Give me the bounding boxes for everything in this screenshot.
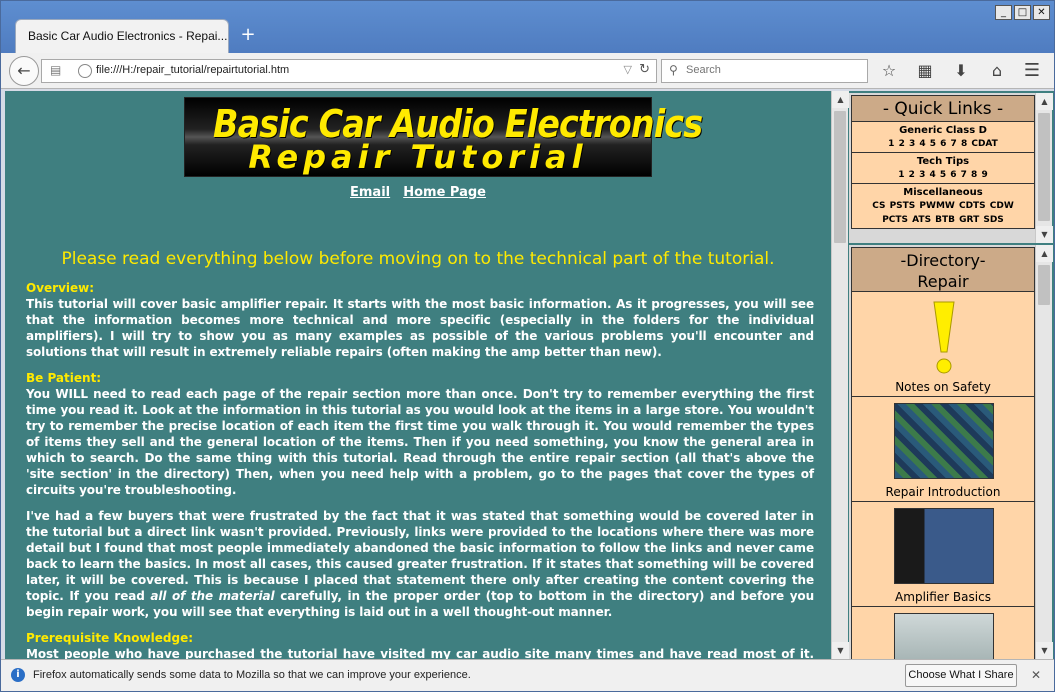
oscilloscope-photo xyxy=(894,613,994,659)
frustrated-buyers-paragraph: I've had a few buyers that were frustrat… xyxy=(26,508,814,620)
scroll-down-arrow[interactable]: ▼ xyxy=(1036,642,1053,659)
scroll-thumb[interactable] xyxy=(1038,265,1050,305)
frustrated-text-2: carefully, in the proper order (top to b… xyxy=(26,589,815,619)
amplifier-photo xyxy=(894,508,994,584)
directory-item-next[interactable] xyxy=(852,607,1034,659)
directory-item-label: Notes on Safety xyxy=(895,380,991,394)
back-button[interactable]: ← xyxy=(9,56,39,86)
overview-paragraph: This tutorial will cover basic amplifier… xyxy=(26,297,814,359)
reload-icon[interactable]: ↻ xyxy=(639,62,650,77)
group-links[interactable]: CS PSTS PWMW CDTS CDW xyxy=(852,199,1034,213)
url-bar[interactable]: ▤ file:///H:/repair_tutorial/repairtutor… xyxy=(41,59,657,83)
directory-title-line1: -Directory- xyxy=(900,251,986,270)
directory-item-label: Repair Introduction xyxy=(885,485,1001,499)
exclamation-icon xyxy=(933,301,955,374)
circuit-board-photo xyxy=(894,403,994,479)
close-icon[interactable]: ✕ xyxy=(1031,668,1041,682)
close-window-button[interactable]: ✕ xyxy=(1033,5,1050,20)
scroll-down-arrow[interactable]: ▼ xyxy=(1036,226,1053,243)
search-icon: ⚲ xyxy=(669,63,678,77)
article-body: Overview: This tutorial will cover basic… xyxy=(26,280,814,659)
quick-links-panel: - Quick Links - Generic Class D 1 2 3 4 … xyxy=(851,95,1035,229)
group-links[interactable]: 1 2 3 4 5 6 7 8 9 xyxy=(852,168,1034,182)
scroll-up-arrow[interactable]: ▲ xyxy=(1036,93,1053,110)
back-arrow-icon: ← xyxy=(17,61,31,80)
directory-item-safety[interactable]: Notes on Safety xyxy=(852,292,1034,397)
directory-title: -Directory- Repair xyxy=(852,248,1034,292)
group-heading: Generic Class D xyxy=(899,125,987,136)
be-patient-paragraph: You WILL need to read each page of the r… xyxy=(26,387,814,497)
group-links[interactable]: PCTS ATS BTB GRT SDS xyxy=(852,213,1034,227)
emphasis-text: all of the material xyxy=(150,589,275,603)
quick-links-title: - Quick Links - xyxy=(852,96,1034,122)
directory-item-amp-basics[interactable]: Amplifier Basics xyxy=(852,502,1034,607)
scroll-up-arrow[interactable]: ▲ xyxy=(832,91,849,108)
group-links[interactable]: 1 2 3 4 5 6 7 8 CDAT xyxy=(852,137,1034,151)
search-bar[interactable]: ⚲ xyxy=(661,59,868,83)
scroll-up-arrow[interactable]: ▲ xyxy=(1036,245,1053,262)
quick-links-group: Tech Tips 1 2 3 4 5 6 7 8 9 xyxy=(852,153,1034,184)
notification-bar: i Firefox automatically sends some data … xyxy=(1,659,1054,691)
window-controls: _ □ ✕ xyxy=(995,5,1050,20)
quick-links-frame: - Quick Links - Generic Class D 1 2 3 4 … xyxy=(849,93,1035,243)
quick-links-scrollbar[interactable]: ▲ ▼ xyxy=(1035,93,1053,243)
top-links: Email Home Page xyxy=(5,181,831,200)
main-frame: Basic Car Audio Electronics Repair Tutor… xyxy=(5,91,831,659)
group-heading: Miscellaneous xyxy=(903,187,983,198)
browser-tab[interactable]: Basic Car Audio Electronics - Repai... xyxy=(15,19,229,53)
directory-scrollbar[interactable]: ▲ ▼ xyxy=(1035,245,1053,659)
url-text[interactable]: file:///H:/repair_tutorial/repairtutoria… xyxy=(96,64,289,76)
toolbar-icons: ☆ ▦ ⬇ ⌂ xyxy=(877,59,1009,83)
home-icon[interactable]: ⌂ xyxy=(985,59,1009,83)
quick-links-group: Miscellaneous CS PSTS PWMW CDTS CDW PCTS… xyxy=(852,184,1034,228)
maximize-button[interactable]: □ xyxy=(1014,5,1031,20)
navigation-bar: ← ▤ file:///H:/repair_tutorial/repairtut… xyxy=(1,53,1054,89)
reading-list-icon[interactable]: ▦ xyxy=(913,59,937,83)
directory-panel: -Directory- Repair Notes on Safety Repai… xyxy=(851,247,1035,659)
sidebar-toggle-icon[interactable]: ▤ xyxy=(50,63,66,79)
section-heading-prerequisite: Prerequisite Knowledge: xyxy=(26,631,194,645)
directory-title-line2: Repair xyxy=(917,272,969,291)
globe-icon xyxy=(78,64,92,78)
url-dropdown-icon[interactable]: ▽ xyxy=(624,63,632,76)
info-icon: i xyxy=(11,668,25,682)
search-input[interactable] xyxy=(686,64,856,76)
home-page-link[interactable]: Home Page xyxy=(403,185,486,200)
choose-what-i-share-button[interactable]: Choose What I Share xyxy=(905,664,1017,687)
directory-item-repair-intro[interactable]: Repair Introduction xyxy=(852,397,1034,502)
bookmark-star-icon[interactable]: ☆ xyxy=(877,59,901,83)
scroll-down-arrow[interactable]: ▼ xyxy=(832,642,849,659)
section-heading-be-patient: Be Patient: xyxy=(26,371,102,385)
prerequisite-paragraph: Most people who have purchased the tutor… xyxy=(26,647,814,659)
scroll-thumb[interactable] xyxy=(1038,113,1050,221)
notice-heading: Please read everything below before movi… xyxy=(61,249,775,269)
quick-links-group: Generic Class D 1 2 3 4 5 6 7 8 CDAT xyxy=(852,122,1034,153)
hamburger-menu-icon[interactable]: ☰ xyxy=(1020,59,1044,83)
minimize-button[interactable]: _ xyxy=(995,5,1012,20)
logo-line2: Repair Tutorial xyxy=(248,138,588,176)
title-bar: Basic Car Audio Electronics - Repai... +… xyxy=(1,1,1054,53)
email-link[interactable]: Email xyxy=(350,185,390,200)
browser-window: Basic Car Audio Electronics - Repai... +… xyxy=(0,0,1055,692)
scroll-thumb[interactable] xyxy=(834,111,846,243)
main-scrollbar[interactable]: ▲ ▼ xyxy=(831,91,849,659)
tab-title: Basic Car Audio Electronics - Repai... xyxy=(28,29,228,43)
site-logo: Basic Car Audio Electronics Repair Tutor… xyxy=(184,97,703,177)
section-heading-overview: Overview: xyxy=(26,281,95,295)
directory-item-label: Amplifier Basics xyxy=(895,590,991,604)
download-icon[interactable]: ⬇ xyxy=(949,59,973,83)
directory-frame: -Directory- Repair Notes on Safety Repai… xyxy=(849,245,1035,659)
notification-text: Firefox automatically sends some data to… xyxy=(33,669,471,681)
group-heading: Tech Tips xyxy=(916,156,970,167)
new-tab-button[interactable]: + xyxy=(239,26,257,44)
page-content: Basic Car Audio Electronics Repair Tutor… xyxy=(5,91,1054,659)
